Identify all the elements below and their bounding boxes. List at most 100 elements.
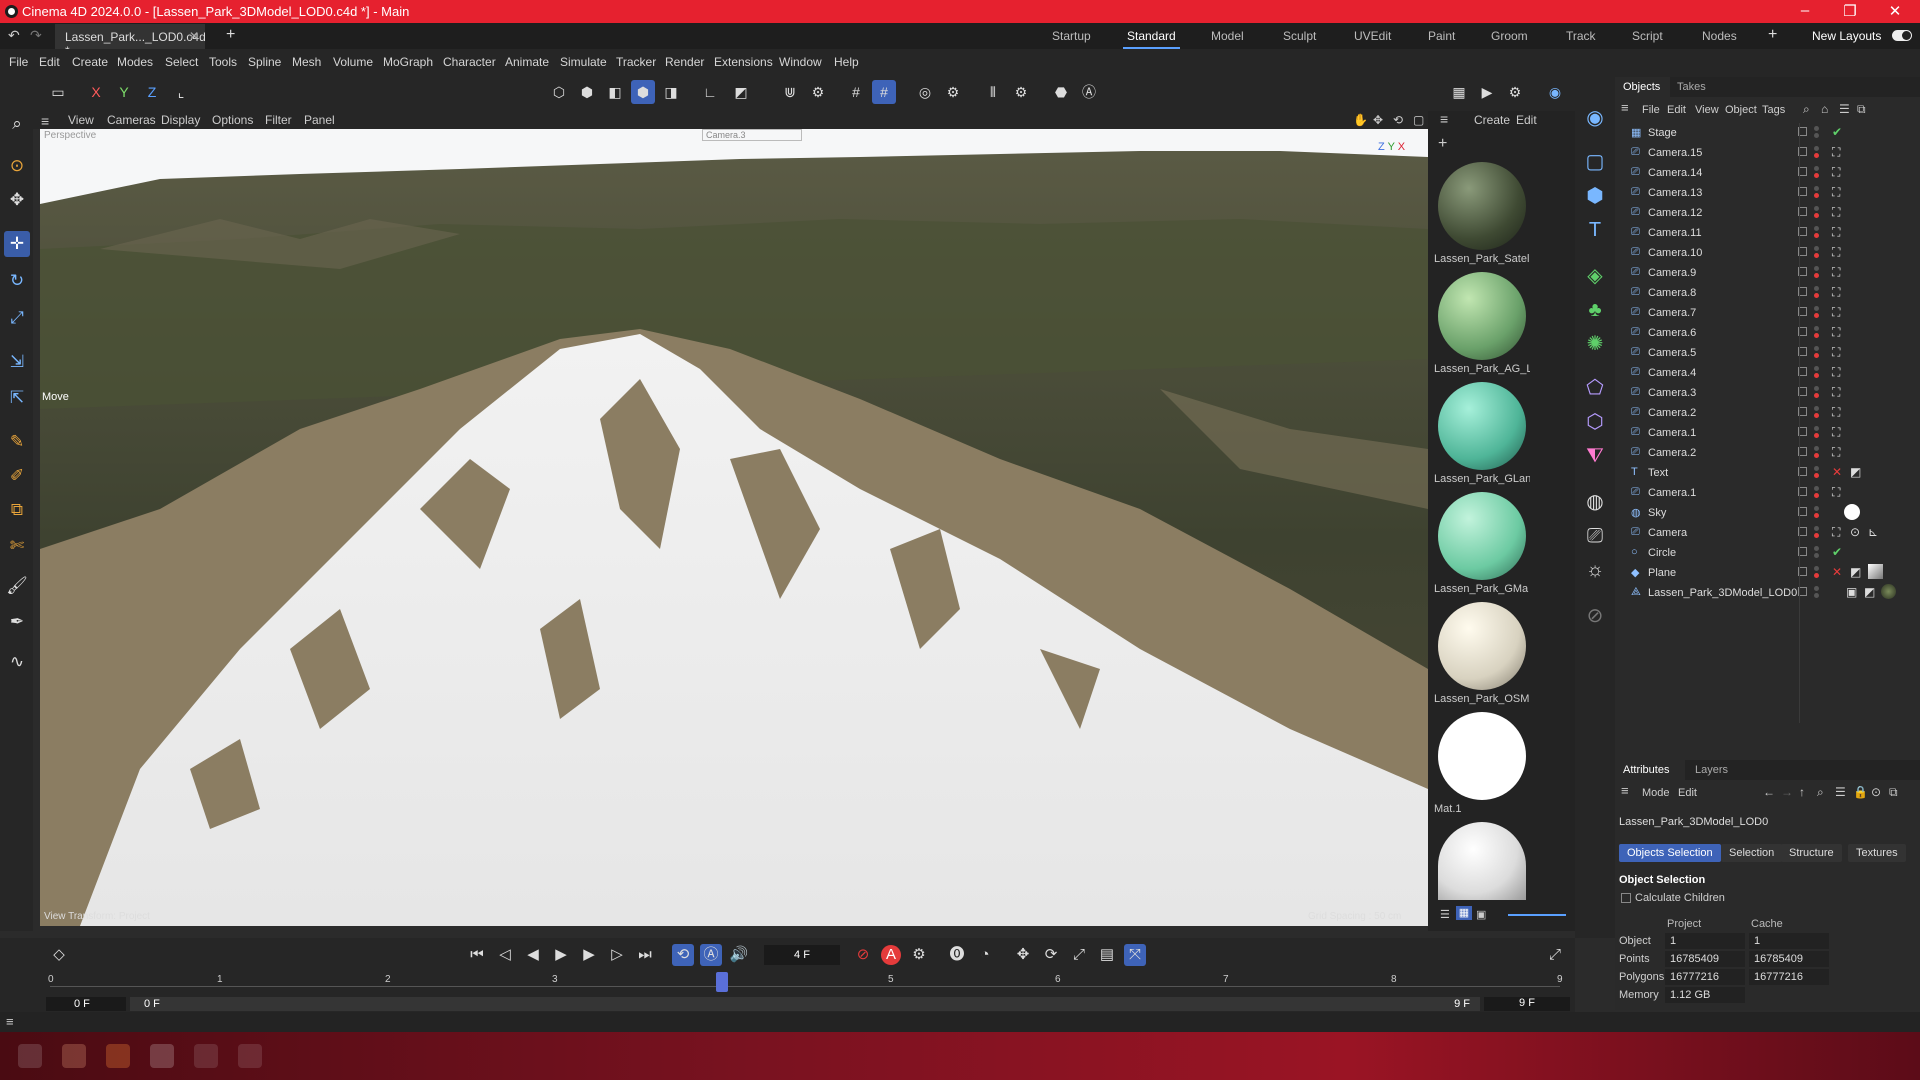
add-material-icon[interactable]: +: [1438, 135, 1447, 153]
render-settings-icon[interactable]: ⚙: [1503, 80, 1527, 104]
viewport-menu-icon[interactable]: ≡: [41, 113, 49, 129]
menu-animate[interactable]: Animate: [505, 55, 549, 69]
editor-visibility-dot[interactable]: [1814, 526, 1819, 531]
object-row[interactable]: ⎚ Camera ⛶ ⊙ ⊾: [1615, 523, 1920, 543]
protection-tag-icon[interactable]: ⛶: [1832, 165, 1840, 180]
protection-tag-icon[interactable]: ⛶: [1832, 405, 1840, 420]
object-row[interactable]: ⎚ Camera.2 ⛶: [1615, 443, 1920, 463]
object-row[interactable]: ⎚ Camera.15 ⛶: [1615, 143, 1920, 163]
select-tool-icon[interactable]: ⊙: [4, 153, 30, 179]
target-tag-icon[interactable]: ⊙: [1850, 525, 1860, 539]
list-view-icon[interactable]: ☰: [1440, 908, 1450, 921]
attr-tab-textures[interactable]: Textures: [1848, 844, 1906, 862]
coordinate-system-icon[interactable]: ⌞: [169, 80, 193, 104]
default-camera-field[interactable]: Camera.3: [702, 129, 802, 141]
render-visibility-dot[interactable]: [1814, 173, 1819, 178]
symmetry-icon[interactable]: ⫴: [981, 80, 1005, 104]
object-row[interactable]: T Text ✕ ◩: [1615, 463, 1920, 483]
editor-visibility-dot[interactable]: [1814, 186, 1819, 191]
soft-selection-icon[interactable]: ◎: [913, 80, 937, 104]
editor-visibility-dot[interactable]: [1814, 166, 1819, 171]
menu-simulate[interactable]: Simulate: [560, 55, 607, 69]
sculpt-icon[interactable]: ✒: [4, 609, 30, 635]
up-arrow-icon[interactable]: ↑: [1799, 785, 1805, 799]
phong-tag-icon[interactable]: ▣: [1846, 585, 1857, 599]
protection-tag-icon[interactable]: ⛶: [1832, 245, 1840, 260]
editor-visibility-dot[interactable]: [1814, 386, 1819, 391]
object-row[interactable]: ▦ Stage ✔: [1615, 123, 1920, 143]
new-window-icon[interactable]: ⧉: [1857, 102, 1866, 117]
edges-mode-icon[interactable]: ⬢: [575, 80, 599, 104]
editor-visibility-dot[interactable]: [1814, 566, 1819, 571]
taskbar-app-icon[interactable]: [106, 1044, 130, 1068]
lock-icon[interactable]: 🔒: [1853, 785, 1868, 799]
protection-tag-icon[interactable]: ⛶: [1832, 145, 1840, 160]
protection-tag-icon[interactable]: ⛶: [1832, 205, 1840, 220]
add-layout-icon[interactable]: +: [1768, 26, 1777, 44]
editor-visibility-dot[interactable]: [1814, 446, 1819, 451]
field-icon[interactable]: ⧨: [1581, 442, 1609, 470]
protection-tag-icon[interactable]: ⛶: [1832, 265, 1840, 280]
protection-tag-icon[interactable]: ⛶: [1832, 225, 1840, 240]
editor-visibility-dot[interactable]: [1814, 426, 1819, 431]
attr-tab-objects-selection[interactable]: Objects Selection: [1619, 844, 1721, 862]
editor-visibility-dot[interactable]: [1814, 486, 1819, 491]
material-size-slider[interactable]: [1508, 914, 1566, 916]
move-view-icon[interactable]: ✥: [1373, 113, 1383, 127]
new-layouts-label[interactable]: New Layouts: [1812, 29, 1881, 43]
filter-icon[interactable]: ☰: [1835, 785, 1846, 799]
material-swatch[interactable]: Lassen_Park_Satel: [1434, 162, 1530, 265]
editor-visibility-dot[interactable]: [1814, 286, 1819, 291]
object-row[interactable]: ◆ Plane ✕ ◩: [1615, 563, 1920, 583]
cube-icon[interactable]: ⬢: [1581, 182, 1609, 210]
menu-spline[interactable]: Spline: [248, 55, 281, 69]
camera-icon[interactable]: ⎚: [1581, 522, 1609, 550]
menu-tracker[interactable]: Tracker: [616, 55, 656, 69]
render-visibility-dot[interactable]: [1814, 453, 1819, 458]
symmetry-options-icon[interactable]: ⚙: [1009, 80, 1033, 104]
material-swatch[interactable]: Lassen_Park_GLan: [1434, 382, 1530, 485]
maximize-view-icon[interactable]: ▢: [1413, 113, 1424, 127]
large-view-icon[interactable]: ▣: [1476, 908, 1486, 921]
previous-key-icon[interactable]: ◁: [494, 944, 516, 966]
material-swatch[interactable]: [1434, 822, 1530, 900]
object-row[interactable]: ○ Circle ✔: [1615, 543, 1920, 563]
render-visibility-dot[interactable]: [1814, 393, 1819, 398]
axis-y-button[interactable]: Y: [112, 80, 136, 104]
editor-visibility-dot[interactable]: [1814, 406, 1819, 411]
key-position-icon[interactable]: ✥: [1012, 944, 1034, 966]
timeline-ruler[interactable]: 0 1 2 3 4 5 6 7 8 9: [0, 972, 1575, 996]
layout-tab-model[interactable]: Model: [1211, 29, 1244, 43]
object-row[interactable]: ⟁ Lassen_Park_3DModel_LOD0 ▣ ◩: [1615, 583, 1920, 603]
range-bar[interactable]: 0 F 9 F: [130, 997, 1480, 1011]
editor-visibility-dot[interactable]: [1814, 366, 1819, 371]
viewport-menu-display[interactable]: Display: [161, 113, 200, 127]
redo-icon[interactable]: ↷: [30, 27, 42, 44]
scale-tool-icon[interactable]: ⤢: [4, 305, 30, 331]
go-to-end-icon[interactable]: ⏭: [634, 944, 656, 966]
layout-tab-paint[interactable]: Paint: [1428, 29, 1455, 43]
viewport-menu-panel[interactable]: Panel: [304, 113, 335, 127]
menu-window[interactable]: Window: [779, 55, 822, 69]
render-visibility-dot[interactable]: [1814, 293, 1819, 298]
search-icon[interactable]: ⌕: [4, 111, 30, 137]
autokey-icon[interactable]: A: [880, 944, 902, 966]
object-row[interactable]: ⎚ Camera.6 ⛶: [1615, 323, 1920, 343]
objects-menu-view[interactable]: View: [1695, 104, 1719, 116]
home-icon[interactable]: ⌂: [1821, 102, 1828, 116]
object-row[interactable]: ⎚ Camera.13 ⛶: [1615, 183, 1920, 203]
render-visibility-dot[interactable]: [1814, 193, 1819, 198]
disabled-x-icon[interactable]: ✕: [1832, 565, 1842, 579]
protection-tag-icon[interactable]: ⛶: [1832, 325, 1840, 340]
3d-viewport[interactable]: Perspective Camera.3 Z Y X Move View Tra…: [40, 129, 1428, 926]
timeline-graph-icon[interactable]: ⤢: [1544, 944, 1566, 966]
tab-attributes[interactable]: Attributes: [1615, 760, 1685, 780]
menu-create[interactable]: Create: [72, 55, 108, 69]
knife-icon[interactable]: ∿: [4, 649, 30, 675]
grid-snap-icon[interactable]: #: [844, 80, 868, 104]
undo-icon[interactable]: ↶: [8, 27, 20, 44]
object-row[interactable]: ⎚ Camera.3 ⛶: [1615, 383, 1920, 403]
polygon-pen-icon[interactable]: ✄: [4, 533, 30, 559]
record-icon[interactable]: ⊘: [852, 944, 874, 966]
objects-menu-object[interactable]: Object: [1725, 104, 1757, 116]
